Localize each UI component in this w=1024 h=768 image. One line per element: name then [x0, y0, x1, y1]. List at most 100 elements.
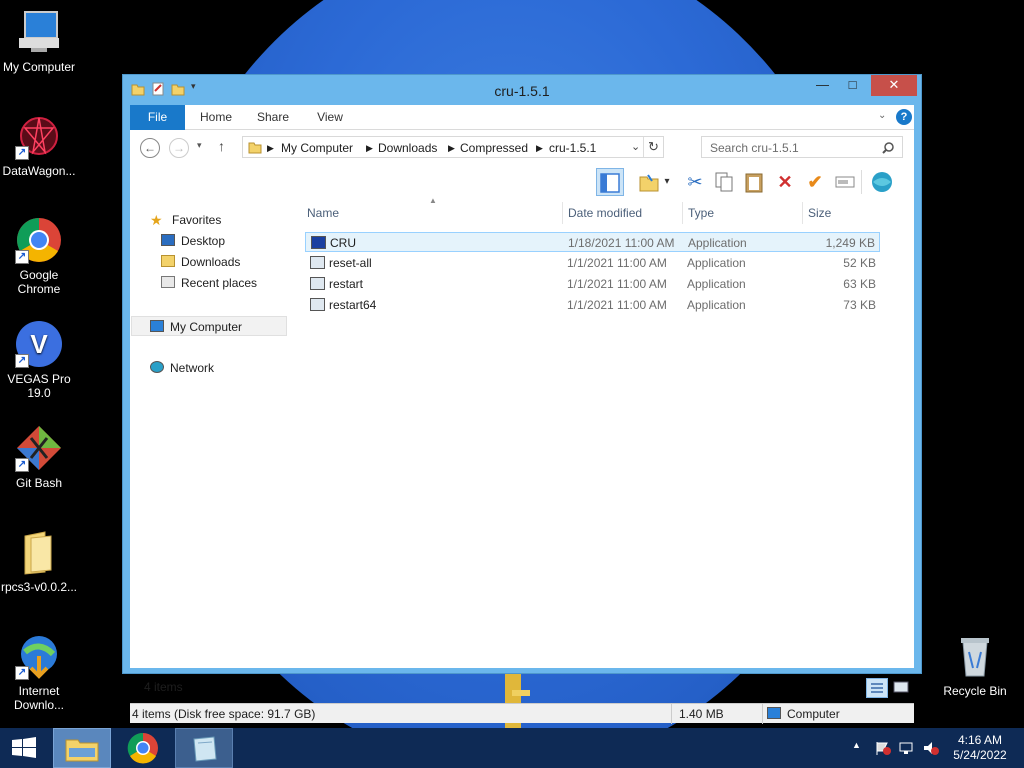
desktop-icon-rpcs3[interactable]: rpcs3-v0.0.2...	[0, 528, 78, 594]
desktop-icon-google-chrome[interactable]: ↗ Google Chrome	[0, 216, 78, 296]
desktop-icon-my-computer[interactable]: My Computer	[0, 8, 78, 74]
search-input[interactable]: Search cru-1.5.1	[701, 136, 903, 158]
desktop-icon-vegas-pro[interactable]: V ↗ VEGAS Pro 19.0	[0, 320, 78, 400]
column-header-name[interactable]: Name	[307, 200, 562, 226]
desktop-icon-label: My Computer	[2, 60, 76, 74]
desktop-icon-datawagon[interactable]: ↗ DataWagon...	[0, 112, 78, 178]
breadcrumb-separator-icon[interactable]: ▶	[448, 143, 455, 154]
nav-network[interactable]: Network	[150, 358, 214, 378]
tab-view[interactable]: View	[308, 105, 352, 130]
status-location: Computer	[787, 707, 840, 721]
large-icons-view-icon	[893, 681, 909, 693]
idm-icon: ↗	[15, 632, 63, 680]
paste-icon[interactable]	[740, 168, 768, 196]
options-dropdown-icon[interactable]: ▾	[660, 168, 674, 196]
breadcrumb-separator-icon[interactable]: ▶	[267, 143, 274, 154]
delete-icon[interactable]: ✕	[771, 168, 799, 196]
network-status-icon[interactable]	[898, 740, 916, 759]
recent-places-icon	[161, 276, 175, 288]
address-bar[interactable]: ▶ My Computer ▶ Downloads ▶ Compressed ▶…	[242, 136, 664, 158]
breadcrumb-separator-icon[interactable]: ▶	[536, 143, 543, 154]
details-view-icon	[871, 683, 883, 693]
volume-muted-icon[interactable]	[922, 740, 940, 759]
network-globe-icon[interactable]	[868, 168, 896, 196]
column-header-date[interactable]: Date modified	[568, 200, 683, 226]
git-bash-icon: ↗	[15, 424, 63, 472]
up-button[interactable]: ↑	[218, 138, 225, 154]
show-hidden-icons[interactable]: ▲	[852, 740, 861, 750]
item-count: 4 items	[144, 680, 183, 694]
nav-favorites[interactable]: ★ Favorites	[150, 210, 221, 230]
status-bar: 4 items (Disk free space: 91.7 GB) 1.40 …	[130, 703, 914, 724]
nav-downloads[interactable]: Downloads	[161, 252, 240, 272]
cut-icon[interactable]: ✂	[681, 168, 709, 196]
taskbar-file-explorer[interactable]	[53, 728, 111, 768]
tab-home[interactable]: Home	[192, 105, 240, 130]
nav-desktop[interactable]: Desktop	[161, 231, 225, 251]
file-row[interactable]: restart 1/1/2021 11:00 AM Application 63…	[305, 274, 880, 294]
notepad-icon	[193, 736, 217, 762]
back-button[interactable]: ←	[140, 138, 160, 158]
breadcrumb-my-computer[interactable]: My Computer	[281, 141, 353, 155]
column-header-type[interactable]: Type	[688, 200, 803, 226]
desktop-icon-git-bash[interactable]: ↗ Git Bash	[0, 424, 78, 490]
wallpaper-detail	[505, 672, 521, 732]
view-toolbar: ▾ ✂ ✕ ✔	[593, 166, 913, 198]
copy-icon[interactable]	[710, 168, 738, 196]
downloads-folder-icon	[161, 255, 175, 267]
tab-share[interactable]: Share	[250, 105, 296, 130]
application-icon	[311, 236, 326, 249]
chrome-icon: ↗	[15, 216, 63, 264]
column-header-size[interactable]: Size	[808, 200, 878, 226]
close-button[interactable]: ✕	[871, 75, 917, 96]
taskbar-notepad[interactable]	[175, 728, 233, 768]
network-icon	[150, 361, 164, 373]
computer-icon	[150, 320, 164, 332]
window-title: cru-1.5.1	[494, 83, 550, 99]
forward-button[interactable]: →	[169, 138, 189, 158]
search-placeholder: Search cru-1.5.1	[710, 141, 799, 155]
maximize-button[interactable]: □	[839, 75, 866, 96]
folder-options-icon[interactable]	[635, 168, 663, 196]
clock-time: 4:16 AM	[957, 733, 1003, 747]
help-icon[interactable]: ?	[896, 109, 912, 125]
recycle-bin-icon	[951, 632, 999, 680]
rename-icon[interactable]	[831, 168, 859, 196]
preview-pane-icon[interactable]	[596, 168, 624, 196]
breadcrumb-separator-icon[interactable]: ▶	[366, 143, 373, 154]
desktop-icon-internet-download[interactable]: ↗ Internet Downlo...	[0, 632, 78, 712]
ribbon-tabs: File Home Share View ⌄ ?	[130, 105, 914, 130]
file-row[interactable]: reset-all 1/1/2021 11:00 AM Application …	[305, 253, 880, 273]
breadcrumb-compressed[interactable]: Compressed	[460, 141, 528, 155]
folder-icon	[248, 140, 262, 157]
application-icon	[310, 256, 325, 269]
desktop-icon-label: Internet Downlo...	[13, 684, 65, 712]
clock[interactable]: 4:16 AM 5/24/2022	[948, 733, 1012, 763]
taskbar-chrome[interactable]	[114, 728, 172, 768]
desktop-icon-label: VEGAS Pro 19.0	[7, 372, 71, 400]
address-dropdown-icon[interactable]: ⌄	[631, 140, 640, 153]
computer-icon	[767, 707, 781, 719]
recent-locations-dropdown-icon[interactable]: ▾	[197, 140, 202, 151]
folder-icon	[15, 528, 63, 576]
desktop-icon-label: rpcs3-v0.0.2...	[0, 580, 78, 594]
nav-recent-places[interactable]: Recent places	[161, 273, 257, 293]
minimize-button[interactable]: —	[809, 75, 836, 96]
start-button[interactable]	[0, 728, 48, 768]
details-view-button[interactable]	[866, 678, 888, 698]
tab-file[interactable]: File	[130, 105, 185, 130]
title-bar[interactable]: ▾ cru-1.5.1 — □ ✕	[123, 75, 921, 105]
file-row[interactable]: restart64 1/1/2021 11:00 AM Application …	[305, 295, 880, 315]
desktop-icon-recycle-bin[interactable]: Recycle Bin	[936, 632, 1014, 698]
checkmark-icon[interactable]: ✔	[801, 168, 829, 196]
nav-my-computer[interactable]: My Computer	[131, 316, 287, 336]
large-icons-view-button[interactable]	[891, 678, 911, 698]
action-center-flag-icon[interactable]	[874, 740, 892, 759]
refresh-icon[interactable]: ↻	[648, 139, 659, 155]
window-content: ← → ▾ ↑ ▶ My Computer ▶ Downloads ▶ Comp…	[130, 130, 914, 724]
file-row[interactable]: CRU 1/18/2021 11:00 AM Application 1,249…	[305, 232, 880, 252]
shortcut-arrow-icon: ↗	[15, 354, 29, 368]
breadcrumb-downloads[interactable]: Downloads	[378, 141, 437, 155]
breadcrumb-cru[interactable]: cru-1.5.1	[549, 141, 596, 155]
ribbon-expand-icon[interactable]: ⌄	[878, 110, 886, 121]
